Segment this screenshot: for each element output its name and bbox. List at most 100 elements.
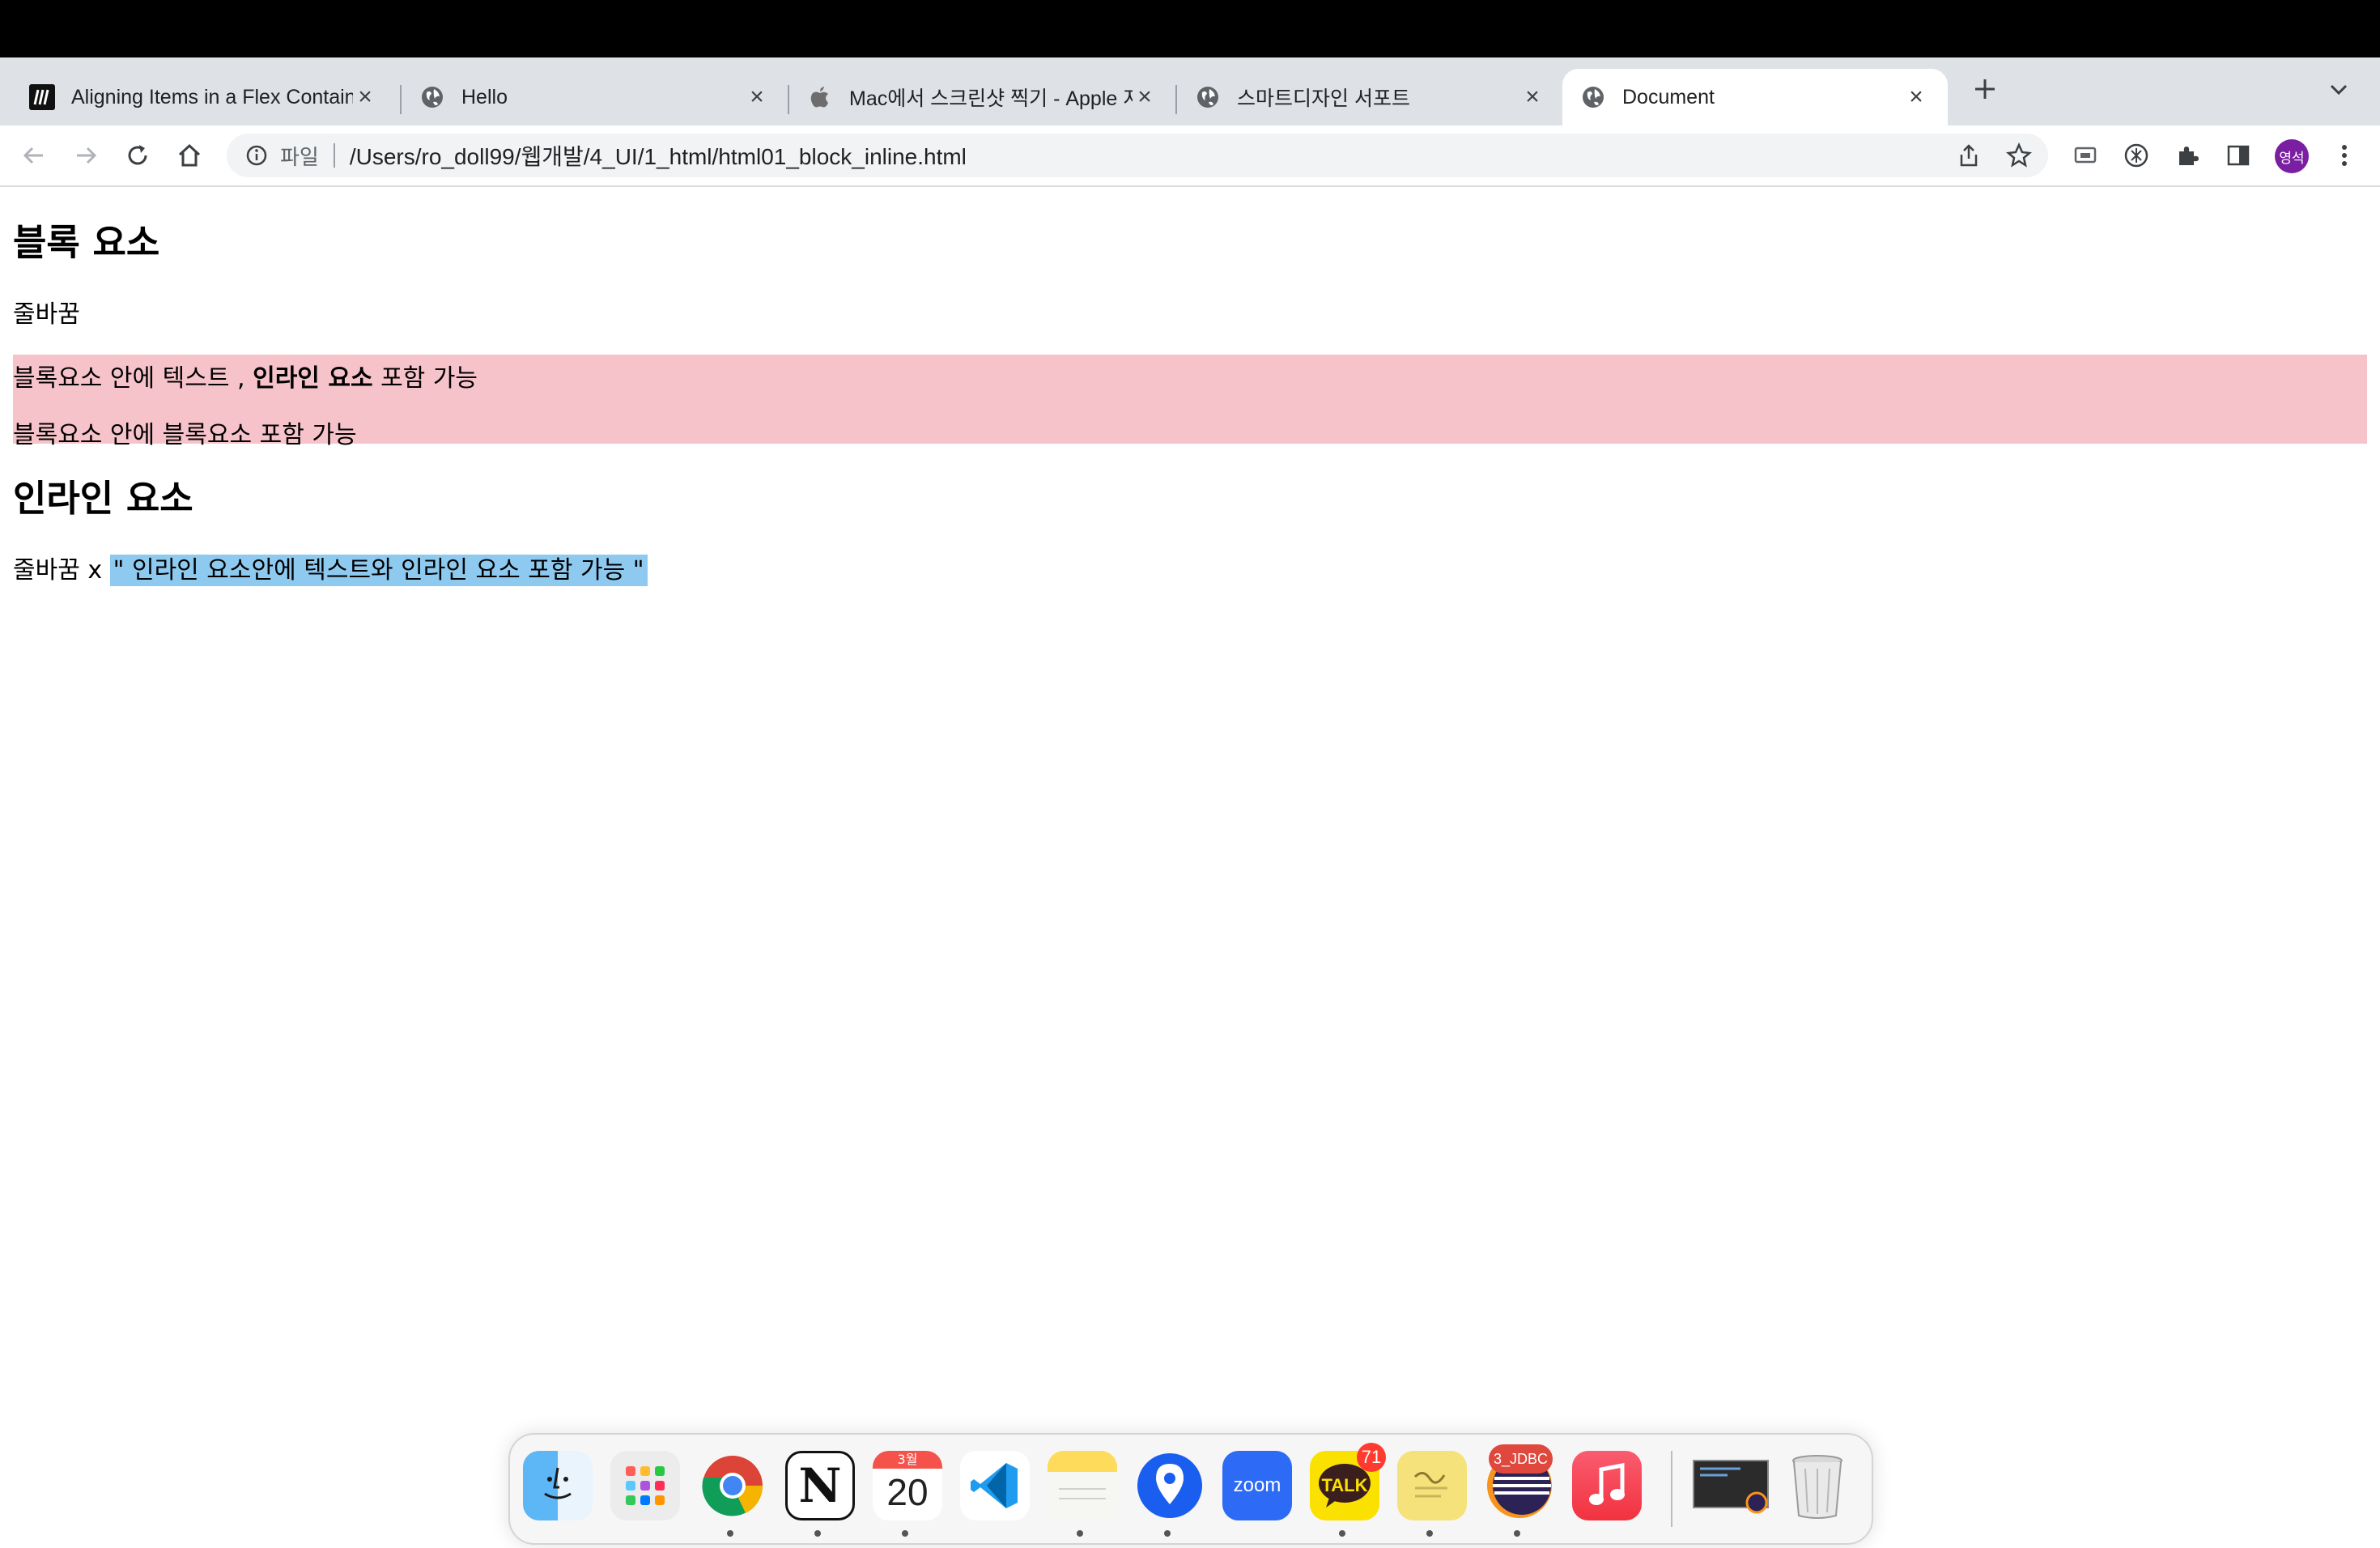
running-indicator [1339, 1530, 1345, 1537]
running-indicator [902, 1530, 908, 1537]
running-indicator [1164, 1530, 1171, 1537]
back-button[interactable] [18, 139, 50, 172]
notion-icon[interactable]: N [785, 1451, 855, 1520]
address-bar[interactable]: 파일 /Users/ro_doll99/웹개발/4_UI/1_html/html… [227, 134, 2048, 177]
notification-badge: 3_JDBC [1488, 1444, 1553, 1474]
running-indicator [814, 1530, 821, 1537]
eclipse-icon[interactable]: 3_JDBC [1485, 1444, 1554, 1520]
dock-separator [1671, 1451, 1672, 1527]
globe-icon [419, 84, 445, 110]
music-icon[interactable] [1572, 1451, 1642, 1520]
side-panel-icon [2227, 145, 2250, 166]
mdn-logo-icon [29, 84, 55, 110]
running-indicator [727, 1530, 733, 1537]
inline-heading: 인라인 요소 [13, 477, 193, 520]
block-container: 블록요소 안에 텍스트 , 인라인 요소 포함 가능 블록요소 안에 블록요소 … [13, 355, 2367, 449]
kakaotalk-icon[interactable]: TALK 71 [1310, 1443, 1386, 1520]
tab-smartdesign[interactable]: 스마트디자인 서포트 × [1177, 69, 1564, 125]
close-icon[interactable]: × [1133, 83, 1157, 110]
share-icon [1960, 144, 1978, 167]
side-panel-button[interactable] [2222, 139, 2255, 172]
avatar[interactable]: 영석 [2275, 139, 2309, 173]
bookmark-button[interactable] [2003, 139, 2035, 172]
close-icon[interactable]: × [1520, 83, 1545, 110]
tab-document[interactable]: Document × [1562, 69, 1948, 125]
screen-thumbnail-icon[interactable] [1692, 1451, 1770, 1520]
menu-button[interactable] [2328, 139, 2361, 172]
close-icon[interactable]: × [353, 83, 377, 110]
tab-title: Mac에서 스크린샷 찍기 - Apple 지원 [849, 87, 1133, 110]
inline-description: 줄바꿈 x [13, 556, 110, 585]
globe-icon [1195, 84, 1221, 110]
home-button[interactable] [173, 139, 206, 172]
tab-title: Document [1622, 85, 1715, 108]
maps-pin-icon[interactable] [1135, 1451, 1205, 1520]
vscode-icon[interactable] [960, 1451, 1030, 1520]
stickies-icon[interactable] [1397, 1451, 1467, 1520]
zoom-label: zoom [1233, 1474, 1281, 1496]
block-paragraph-1: 블록요소 안에 텍스트 , 인라인 요소 포함 가능 [13, 358, 478, 393]
arrow-left-icon [23, 147, 43, 164]
inline-paragraph: 줄바꿈 x " 인라인 요소안에 텍스트와 인라인 요소 포함 가능 " [13, 550, 648, 586]
launchpad-icon[interactable] [610, 1451, 680, 1520]
trash-icon[interactable] [1783, 1451, 1852, 1520]
tab-title: Hello [461, 85, 508, 108]
new-tab-button[interactable] [1967, 71, 2003, 107]
running-indicator [1077, 1530, 1083, 1537]
calendar-icon[interactable]: 3월 20 [873, 1451, 942, 1520]
url-text[interactable]: /Users/ro_doll99/웹개발/4_UI/1_html/html01_… [350, 139, 967, 172]
block-heading: 블록 요소 [13, 221, 160, 264]
browser-toolbar: 파일 /Users/ro_doll99/웹개발/4_UI/1_html/html… [0, 125, 2380, 187]
close-icon[interactable]: × [1904, 83, 1928, 110]
plus-icon [1975, 79, 1995, 99]
running-indicator [1426, 1530, 1433, 1537]
close-icon[interactable]: × [745, 83, 769, 110]
info-icon[interactable] [244, 143, 269, 168]
apple-icon [807, 84, 833, 110]
omnibox-divider [333, 143, 335, 168]
page-content: 블록 요소 줄바꿈 블록요소 안에 텍스트 , 인라인 요소 포함 가능 블록요… [0, 187, 2380, 1548]
screen-icon [2074, 147, 2097, 164]
tab-hello[interactable]: Hello × [402, 69, 788, 125]
chrome-icon[interactable] [698, 1451, 767, 1520]
share-button[interactable] [1953, 139, 1985, 172]
dock: N 3월 20 zoom TALK 71 3_JDBC [508, 1433, 1873, 1545]
home-icon [178, 143, 201, 167]
calendar-month: 3월 [873, 1451, 942, 1469]
tab-mdn[interactable]: Aligning Items in a Flex Container | CSS… [0, 69, 397, 125]
tab-search-button[interactable] [2327, 78, 2351, 102]
reload-icon [128, 145, 147, 165]
running-indicator [1514, 1530, 1520, 1537]
bold-text: 인라인 요소 [253, 364, 373, 393]
notification-badge: 71 [1357, 1443, 1386, 1472]
calendar-day: 20 [886, 1471, 929, 1513]
zoom-icon[interactable]: zoom [1222, 1451, 1292, 1520]
tab-apple-support[interactable]: Mac에서 스크린샷 찍기 - Apple 지원 × [789, 69, 1176, 125]
extensions-button[interactable] [2171, 139, 2204, 172]
arrow-right-icon [77, 147, 97, 164]
extension-button[interactable] [2120, 139, 2153, 172]
notes-icon[interactable] [1048, 1451, 1117, 1520]
text-segment: 포함 가능 [372, 364, 478, 393]
kebab-menu-icon [2342, 145, 2347, 166]
tab-title: Aligning Items in a Flex Container | CSS [71, 85, 353, 108]
tab-title: 스마트디자인 서포트 [1237, 87, 1410, 110]
scheme-label: 파일 [280, 144, 319, 169]
reload-button[interactable] [121, 139, 154, 172]
text-segment: 블록요소 안에 텍스트 , [13, 364, 253, 393]
menu-bar [0, 0, 2380, 57]
block-description: 줄바꿈 [13, 300, 80, 329]
forward-button[interactable] [70, 139, 102, 172]
puzzle-icon [2179, 147, 2199, 165]
globe-icon [1580, 84, 1606, 110]
finder-icon[interactable] [523, 1451, 593, 1520]
star-icon [2006, 142, 2032, 168]
extension-logo-icon [2124, 143, 2148, 168]
chevron-down-icon [2330, 84, 2348, 96]
notion-label: N [798, 1458, 842, 1513]
inline-span: " 인라인 요소안에 텍스트와 인라인 요소 포함 가능 " [109, 555, 648, 586]
tab-strip: Aligning Items in a Flex Container | CSS… [0, 57, 2380, 125]
cast-extension-button[interactable] [2069, 139, 2102, 172]
kakaotalk-label: TALK [1321, 1475, 1368, 1495]
block-paragraph-2: 블록요소 안에 블록요소 포함 가능 [13, 421, 357, 449]
